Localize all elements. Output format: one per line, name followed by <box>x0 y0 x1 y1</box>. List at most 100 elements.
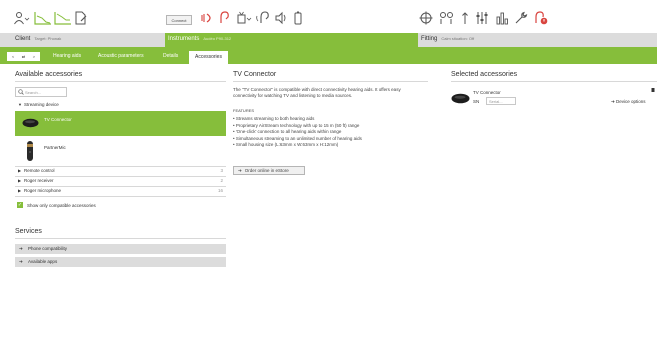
detail-description: The "TV Connector" is compatible with di… <box>233 87 401 98</box>
delete-icon[interactable] <box>651 87 655 94</box>
accessory-name: TV Connector <box>44 117 72 122</box>
group-count: 16 <box>217 188 223 193</box>
fitting-section[interactable]: Fitting Calm situation: Off <box>418 33 657 47</box>
service-label: Phone compatibility <box>28 246 68 251</box>
tab-hearing-aids[interactable]: Hearing aids <box>53 53 81 59</box>
fitting-toolbar <box>419 11 549 25</box>
person-menu-icon[interactable] <box>13 11 30 25</box>
external-arrow-icon: ➔ <box>238 167 242 173</box>
fitting-section-label: Fitting <box>421 36 438 42</box>
instrument-toolbar <box>200 11 303 25</box>
tv-connector-icon <box>22 118 39 130</box>
services-title: Services <box>15 228 42 235</box>
selected-accessories-title: Selected accessories <box>451 71 518 78</box>
hearing-aid-red-icon[interactable] <box>217 11 231 25</box>
feature-item: Streams streaming to both hearing aids <box>233 116 362 123</box>
fitting-section-sub: Calm situation: Off <box>441 36 475 41</box>
collapsed-triangle-icon: ▶ <box>18 178 22 183</box>
tv-connector-icon <box>451 93 470 106</box>
available-accessories-title: Available accessories <box>15 71 83 78</box>
order-online-button[interactable]: ➔ Order online in eStore <box>233 166 305 175</box>
selected-title-divider <box>451 81 657 82</box>
expanded-triangle-icon: ▼ <box>18 102 22 107</box>
features-heading: FEATURES <box>233 108 255 113</box>
tool-icon[interactable] <box>514 11 528 25</box>
document-edit-icon[interactable] <box>74 11 88 25</box>
audiogram-icon[interactable] <box>34 11 52 25</box>
order-online-label: Order online in eStore <box>244 168 289 173</box>
external-arrow-icon: ➔ <box>19 259 23 264</box>
detail-title: TV Connector <box>233 71 277 78</box>
bar-chart-icon[interactable] <box>495 11 509 25</box>
compatible-only-checkbox[interactable]: ✓ Show only compatible accessories <box>17 201 96 209</box>
service-available-apps[interactable]: ➔ Available apps <box>15 257 226 267</box>
remote-control-group[interactable]: ▶ Remote control 3 <box>15 167 225 176</box>
serial-number-input[interactable]: Serial... <box>486 97 516 105</box>
selected-accessory-row: TV Connector SN Serial... ➔ Device optio… <box>451 87 657 109</box>
nav-swap-button[interactable]: ⇄ <box>22 54 25 59</box>
top-toolbar: Connect <box>0 0 657 33</box>
instrument-tabbar: < ⇄ > Hearing aids Acoustic parameters D… <box>0 47 657 64</box>
sliders-icon[interactable] <box>475 11 489 25</box>
nav-arrows: < ⇄ > <box>7 52 40 61</box>
target-icon[interactable] <box>419 11 433 25</box>
search-icon <box>18 89 24 97</box>
instruments-section[interactable]: Instruments Audéo P90-312 <box>165 33 418 47</box>
streaming-device-group[interactable]: ▼ Streaming device <box>15 101 225 110</box>
tab-acoustic-parameters[interactable]: Acoustic parameters <box>98 53 144 59</box>
device-options-label: Device options <box>616 99 646 104</box>
instruments-section-label: Instruments <box>168 36 200 42</box>
hearing-aid-wireless-icon[interactable] <box>256 11 270 25</box>
speaker-icon[interactable] <box>274 11 288 25</box>
tab-details[interactable]: Details <box>163 53 178 59</box>
battery-icon[interactable] <box>293 11 303 25</box>
roger-receiver-group[interactable]: ▶ Roger receiver 2 <box>15 177 225 186</box>
accessory-name: PartnerMic <box>44 145 66 150</box>
nav-back-button[interactable]: < <box>12 54 14 59</box>
service-phone-compatibility[interactable]: ➔ Phone compatibility <box>15 244 226 254</box>
collapsed-triangle-icon: ▶ <box>18 188 22 193</box>
checkmark-icon: ✓ <box>17 202 23 208</box>
feature-item: Small housing size (L:63mm x W:63mm x H:… <box>233 142 362 149</box>
programming-device-icon[interactable] <box>236 11 252 25</box>
services-title-divider <box>15 238 226 239</box>
couple-icon[interactable] <box>439 11 455 25</box>
roger-microphone-group[interactable]: ▶ Roger microphone 16 <box>15 187 225 196</box>
client-section[interactable]: Client Target: Phonak <box>0 33 165 47</box>
detail-title-divider <box>233 81 428 82</box>
device-options-link[interactable]: ➔ Device options <box>611 99 646 105</box>
accessory-search-input[interactable]: Search... <box>15 87 67 97</box>
instruments-section-sub: Audéo P90-312 <box>203 36 232 41</box>
nav-forward-button[interactable]: > <box>33 54 35 59</box>
connect-button[interactable]: Connect <box>166 15 192 25</box>
single-arrow-icon[interactable] <box>461 11 469 25</box>
accessory-item-tv-connector[interactable]: TV Connector <box>15 111 226 136</box>
partnermic-icon <box>26 140 34 164</box>
group-label: Roger receiver <box>24 178 54 183</box>
client-section-label: Client <box>15 36 31 42</box>
client-toolbar <box>13 11 88 25</box>
external-arrow-icon: ➔ <box>19 246 23 251</box>
serial-number-label: SN <box>473 99 480 104</box>
selected-accessory-name: TV Connector <box>473 90 501 95</box>
group-divider <box>15 196 226 197</box>
hearing-aid-connect-red-icon[interactable] <box>200 11 214 25</box>
compatible-only-label: Show only compatible accessories <box>27 202 96 208</box>
client-section-sub: Target: Phonak <box>34 36 62 41</box>
feature-list: Streams streaming to both hearing aids P… <box>233 116 362 149</box>
service-label: Available apps <box>28 259 58 264</box>
audiogram-compare-icon[interactable] <box>54 11 72 25</box>
group-count: 2 <box>220 178 223 183</box>
search-placeholder: Search... <box>25 90 42 95</box>
available-title-divider <box>15 81 226 82</box>
collapsed-triangle-icon: ▶ <box>18 168 22 173</box>
feature-item: 'One-click' connection to all hearing ai… <box>233 129 362 136</box>
tab-accessories[interactable]: Accessories <box>189 51 228 64</box>
accessory-item-partnermic[interactable]: PartnerMic <box>15 137 226 165</box>
loudness-alert-icon[interactable] <box>533 11 549 25</box>
group-label: Remote control <box>24 168 55 173</box>
group-count: 3 <box>220 168 223 173</box>
feature-item: Proprietary AirStream technology with up… <box>233 123 362 130</box>
streaming-device-label: Streaming device <box>24 102 59 107</box>
feature-item: Simultaneous streaming to an unlimited n… <box>233 136 362 143</box>
